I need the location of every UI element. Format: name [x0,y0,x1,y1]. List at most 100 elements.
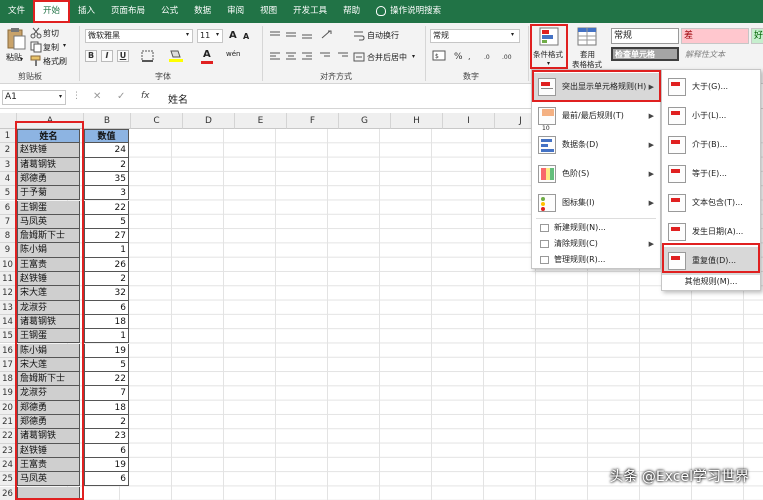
row-header[interactable]: 14 [0,314,16,330]
menu-clear-rules[interactable]: 清除规则(C) ▶ [532,236,660,252]
value-cell[interactable]: 2 [84,157,129,172]
underline-button[interactable]: U [117,50,129,62]
value-cell[interactable]: 22 [84,200,129,215]
align-top-icons[interactable] [268,29,358,41]
copy-dropdown-icon[interactable]: ▾ [63,42,66,49]
number-format-select[interactable]: 常规 [430,29,520,43]
row-header[interactable]: 19 [0,386,16,401]
row-header[interactable]: 16 [0,343,16,358]
row-header[interactable]: 10 [0,257,16,272]
font-name-select[interactable]: 微软雅黑 [85,29,193,43]
row-header[interactable]: 15 [0,329,16,344]
header-cell-value[interactable]: 数值 [84,129,129,144]
value-cell[interactable]: 23 [84,429,129,444]
font-color-button[interactable]: A [203,49,211,60]
value-cell[interactable]: 2 [84,272,129,287]
tab-home[interactable]: 开始 [33,0,71,23]
value-cell[interactable]: 18 [84,400,129,415]
tab-data[interactable]: 数据 [186,0,219,23]
fill-color-icon[interactable] [168,49,184,63]
menu-new-rule[interactable]: 新建规则(N)... [532,220,660,236]
value-cell[interactable]: 2 [84,415,129,430]
tab-file[interactable]: 文件 [0,0,33,23]
menu-between[interactable]: 介于(B)... [662,131,760,159]
menu-color-scales[interactable]: 色阶(S) ▶ [532,160,660,188]
menu-date-occurring[interactable]: 发生日期(A)... [662,218,760,246]
value-cell[interactable]: 5 [84,214,129,230]
row-header[interactable]: 9 [0,243,16,258]
column-header-h[interactable]: H [391,113,443,129]
column-header-c[interactable]: C [131,113,183,129]
font-name-dropdown-icon[interactable]: ▾ [186,31,189,38]
formula-input[interactable]: 姓名 [168,91,188,106]
style-check-cell[interactable]: 检查单元格 [611,47,679,61]
row-header[interactable]: 6 [0,200,16,215]
row-header[interactable]: 24 [0,457,16,473]
row-header[interactable]: 26 [0,486,16,500]
row-header[interactable]: 25 [0,472,16,487]
merge-dropdown-icon[interactable]: ▾ [412,53,415,60]
row-header[interactable]: 5 [0,186,16,201]
column-header-b[interactable]: B [84,113,131,129]
column-header-i[interactable]: I [443,113,495,129]
value-cell[interactable]: 6 [84,443,129,458]
value-cell[interactable]: 1 [84,243,129,258]
tab-page-layout[interactable]: 页面布局 [103,0,153,23]
border-icon[interactable] [141,50,155,62]
name-box[interactable]: A1 [2,90,66,105]
value-cell[interactable]: 3 [84,186,129,201]
value-cell[interactable]: 6 [84,472,129,487]
style-good[interactable]: 好 [751,28,763,44]
column-header-f[interactable]: F [287,113,339,129]
menu-manage-rules[interactable]: 管理规则(R)... [532,252,660,268]
value-cell[interactable]: 22 [84,372,129,387]
row-header[interactable]: 11 [0,272,16,287]
font-size-dropdown-icon[interactable]: ▾ [216,31,219,38]
menu-less-than[interactable]: 小于(L)... [662,102,760,130]
value-cell[interactable]: 27 [84,229,129,244]
value-cell[interactable]: 18 [84,314,129,330]
row-header[interactable]: 22 [0,429,16,444]
value-cell[interactable]: 35 [84,171,129,187]
value-cell[interactable]: 7 [84,386,129,401]
value-cell[interactable]: 6 [84,300,129,315]
tab-developer[interactable]: 开发工具 [285,0,335,23]
cut-button[interactable]: 剪切 [43,28,59,39]
menu-icon-sets[interactable]: 图标集(I) ▶ [532,189,660,217]
value-cell[interactable]: 5 [84,357,129,373]
style-normal[interactable]: 常规 [611,28,679,44]
paste-dropdown-icon[interactable]: ▾ [20,56,23,63]
row-header[interactable]: 21 [0,415,16,430]
row-header[interactable]: 1 [0,129,16,144]
value-cell[interactable]: 1 [84,329,129,344]
name-box-dropdown-icon[interactable]: ▾ [59,93,62,100]
value-cell[interactable]: 19 [84,343,129,358]
shrink-font-button[interactable]: A [243,32,249,41]
row-header[interactable]: 20 [0,400,16,415]
paste-icon[interactable] [6,27,26,51]
row-header[interactable]: 2 [0,143,16,158]
column-header-d[interactable]: D [183,113,235,129]
format-painter-button[interactable]: 格式刷 [43,56,67,67]
row-header[interactable]: 13 [0,300,16,315]
cancel-icon[interactable]: ✕ [93,91,101,102]
wrap-text-button[interactable]: 自动换行 [367,30,399,41]
column-header-e[interactable]: E [235,113,287,129]
tab-view[interactable]: 视图 [252,0,285,23]
number-format-dropdown-icon[interactable]: ▾ [511,31,514,38]
row-header[interactable]: 23 [0,443,16,458]
bold-button[interactable]: B [85,50,97,62]
enter-icon[interactable]: ✓ [117,91,125,102]
tab-help[interactable]: 帮助 [335,0,368,23]
row-header[interactable]: 18 [0,372,16,387]
style-explanatory[interactable]: 解释性文本 [685,49,725,60]
menu-text-contains[interactable]: 文本包含(T)... [662,189,760,217]
row-header[interactable]: 3 [0,157,16,172]
value-cell[interactable]: 24 [84,143,129,158]
column-header-g[interactable]: G [339,113,391,129]
row-header[interactable]: 7 [0,214,16,230]
grow-font-button[interactable]: A [229,30,237,41]
menu-greater-than[interactable]: 大于(G)... [662,73,760,101]
tell-me-search[interactable]: 操作说明搜索 [368,0,449,23]
number-format-icons[interactable]: $ % , .0 .00 [432,50,527,62]
